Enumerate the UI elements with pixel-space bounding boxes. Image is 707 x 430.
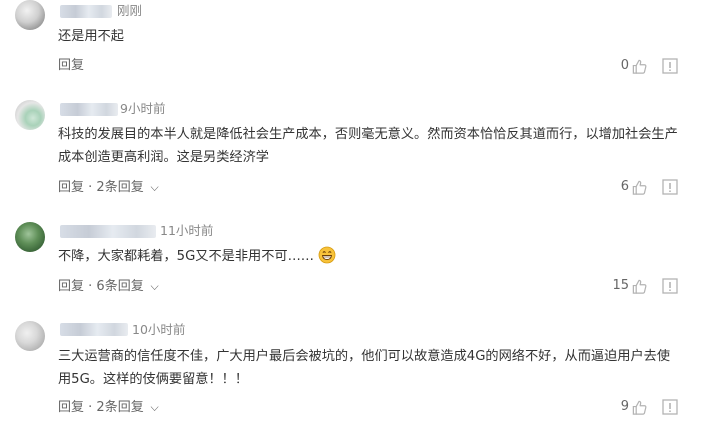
reply-label: 回复 <box>58 400 85 415</box>
comment-item: 9小时前 科技的发展目的本半人就是降低社会生产成本，否则毫无意义。然而资本恰恰反… <box>0 98 707 208</box>
reply-count: · 6条回复 <box>88 279 144 294</box>
username-redacted[interactable] <box>60 5 112 18</box>
reply-button[interactable]: 回复 · 6条回复 ⌵ <box>58 276 159 297</box>
comment-item: 刚刚 还是用不起 回复 0 <box>0 0 707 90</box>
like-button[interactable]: 15 <box>612 276 648 296</box>
comment-timestamp: 10小时前 <box>132 322 186 337</box>
comment-text: 不降，大家都耗着，5G又不是非用不可…… <box>58 245 678 268</box>
username-redacted[interactable] <box>60 225 156 238</box>
thumbs-up-icon <box>632 279 647 294</box>
comment-actions: 回复 · 2条回复 ⌵ 6 <box>58 177 678 197</box>
report-icon[interactable] <box>662 278 678 294</box>
avatar[interactable] <box>15 321 45 351</box>
thumbs-up-icon <box>632 180 647 195</box>
username-redacted[interactable] <box>60 103 118 116</box>
comment-text: 科技的发展目的本半人就是降低社会生产成本，否则毫无意义。然而资本恰恰反其道而行，… <box>58 127 678 165</box>
reply-button[interactable]: 回复 · 2条回复 ⌵ <box>58 177 159 198</box>
comment-item: 11小时前 不降，大家都耗着，5G又不是非用不可…… 回复 · 6条回复 ⌵ 1… <box>0 220 707 310</box>
comment-text: 还是用不起 <box>58 29 124 44</box>
report-icon[interactable] <box>662 399 678 415</box>
like-count: 0 <box>620 58 629 73</box>
reply-count: · 2条回复 <box>88 180 144 195</box>
reply-label: 回复 <box>58 279 85 294</box>
reply-button[interactable]: 回复 · 2条回复 ⌵ <box>58 397 159 418</box>
reply-label: 回复 <box>58 58 85 73</box>
grin-emoji-icon <box>318 246 336 264</box>
avatar[interactable] <box>15 222 45 252</box>
like-button[interactable]: 0 <box>621 56 648 76</box>
comment-timestamp: 11小时前 <box>160 223 214 238</box>
chevron-down-icon: ⌵ <box>150 279 159 293</box>
like-button[interactable]: 6 <box>621 177 648 197</box>
comment-item: 10小时前 三大运营商的信任度不佳，广大用户最后会被坑的，他们可以故意造成4G的… <box>0 319 707 430</box>
like-count: 9 <box>620 399 629 414</box>
comment-text: 三大运营商的信任度不佳，广大用户最后会被坑的，他们可以故意造成4G的网络不好，从… <box>58 349 671 387</box>
thumbs-up-icon <box>632 59 647 74</box>
like-count: 6 <box>620 179 629 194</box>
reply-count: · 2条回复 <box>88 400 144 415</box>
avatar[interactable] <box>15 100 45 130</box>
chevron-down-icon: ⌵ <box>150 400 159 414</box>
comment-actions: 回复 0 <box>58 56 678 76</box>
chevron-down-icon: ⌵ <box>150 180 159 194</box>
avatar[interactable] <box>15 0 45 30</box>
comment-timestamp: 刚刚 <box>117 3 143 18</box>
comment-text-content: 不降，大家都耗着，5G又不是非用不可…… <box>58 249 314 264</box>
username-redacted[interactable] <box>60 323 128 336</box>
thumbs-up-icon <box>632 400 647 415</box>
comment-actions: 回复 · 6条回复 ⌵ 15 <box>58 276 678 296</box>
reply-label: 回复 <box>58 180 85 195</box>
report-icon[interactable] <box>662 179 678 195</box>
reply-button[interactable]: 回复 <box>58 56 84 76</box>
comment-actions: 回复 · 2条回复 ⌵ 9 <box>58 397 678 417</box>
comment-timestamp: 9小时前 <box>120 101 166 116</box>
like-button[interactable]: 9 <box>621 397 648 417</box>
report-icon[interactable] <box>662 58 678 74</box>
like-count: 15 <box>612 278 629 293</box>
